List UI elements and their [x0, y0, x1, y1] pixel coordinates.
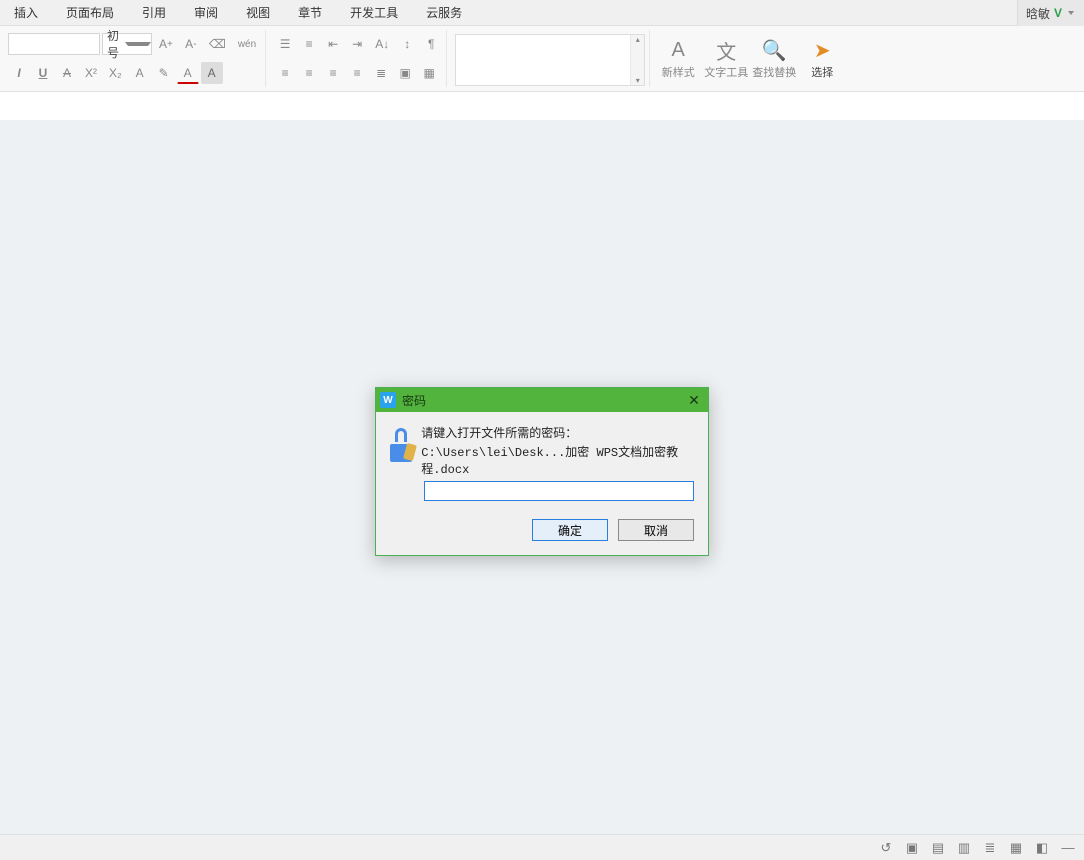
- dialog-title: 密码: [402, 392, 426, 409]
- styles-tools-group: A 新样式 文 文字工具 🔍 查找替换 ➤ 选择: [654, 30, 846, 87]
- chevron-down-icon: [125, 42, 151, 46]
- italic-button[interactable]: I: [8, 62, 30, 84]
- subscript-button[interactable]: X₂: [104, 62, 127, 84]
- styles-icon: A: [666, 38, 690, 62]
- minimize-icon[interactable]: —: [1060, 840, 1076, 856]
- align-justify-button[interactable]: ≡: [346, 62, 368, 84]
- menu-references[interactable]: 引用: [128, 0, 180, 25]
- menu-developer[interactable]: 开发工具: [336, 0, 412, 25]
- dialog-file-path: C:\Users\lei\Desk...加密 WPS文档加密教程.docx: [421, 443, 694, 477]
- line-spacing-button[interactable]: ↕: [396, 33, 418, 55]
- sort-button[interactable]: A↓: [370, 33, 394, 55]
- menu-review[interactable]: 审阅: [180, 0, 232, 25]
- select-button[interactable]: ➤ 选择: [798, 30, 846, 88]
- indent-left-button[interactable]: ⇤: [322, 33, 344, 55]
- strike-button[interactable]: A: [56, 62, 78, 84]
- ribbon-toolbar: 初号 A+ A- ⌫ wén I U A X² X₂ A ✎ A A ☰ ≡ ⇤…: [0, 26, 1084, 92]
- indent-right-button[interactable]: ⇥: [346, 33, 368, 55]
- phonetic-button[interactable]: wén: [233, 33, 261, 55]
- password-dialog: 密码 ✕ 请键入打开文件所需的密码： C:\Users\lei\Desk...加…: [375, 387, 709, 556]
- user-chip[interactable]: 晗敏 V: [1017, 0, 1084, 26]
- password-input[interactable]: [424, 481, 694, 501]
- close-icon: ✕: [688, 392, 700, 409]
- history-icon[interactable]: ↺: [878, 840, 894, 856]
- text-tools-button[interactable]: 文 文字工具: [702, 30, 750, 88]
- font-color-button[interactable]: A: [177, 62, 199, 84]
- new-style-button[interactable]: A 新样式: [654, 30, 702, 88]
- status-bar: ↺ ▣ ▤ ▥ ≣ ▦ ◧ —: [0, 834, 1084, 860]
- menu-chapters[interactable]: 章节: [284, 0, 336, 25]
- align-center-button[interactable]: ≡: [298, 62, 320, 84]
- align-right-button[interactable]: ≡: [322, 62, 344, 84]
- wps-icon: [380, 392, 396, 408]
- dialog-prompt: 请键入打开文件所需的密码：: [421, 424, 694, 441]
- dialog-body: 请键入打开文件所需的密码： C:\Users\lei\Desk...加密 WPS…: [376, 412, 708, 555]
- font-name-select[interactable]: [8, 33, 100, 55]
- text-effects-button[interactable]: A: [129, 62, 151, 84]
- font-group: 初号 A+ A- ⌫ wén I U A X² X₂ A ✎ A A: [4, 30, 266, 87]
- menu-page-layout[interactable]: 页面布局: [52, 0, 128, 25]
- shading-button[interactable]: ▣: [394, 62, 416, 84]
- text-tools-icon: 文: [714, 38, 738, 62]
- show-marks-button[interactable]: ¶: [420, 33, 442, 55]
- font-size-select[interactable]: 初号: [102, 33, 152, 55]
- reading-view-icon[interactable]: ▤: [930, 840, 946, 856]
- ok-button[interactable]: 确定: [532, 519, 608, 541]
- menu-insert[interactable]: 插入: [0, 0, 52, 25]
- highlight-button[interactable]: ✎: [153, 62, 175, 84]
- cursor-icon: ➤: [810, 38, 834, 62]
- search-group: ▴▾: [451, 30, 650, 87]
- superscript-button[interactable]: X²: [80, 62, 102, 84]
- numbering-button[interactable]: ≡: [298, 33, 320, 55]
- page-view-icon[interactable]: ▥: [956, 840, 972, 856]
- grow-font-button[interactable]: A+: [154, 33, 178, 55]
- distribute-button[interactable]: ≣: [370, 62, 392, 84]
- vip-badge: V: [1054, 6, 1062, 20]
- align-left-button[interactable]: ≡: [274, 62, 296, 84]
- borders-button[interactable]: ▦: [418, 62, 440, 84]
- char-shading-button[interactable]: A: [201, 62, 223, 84]
- bullets-button[interactable]: ☰: [274, 33, 296, 55]
- menu-view[interactable]: 视图: [232, 0, 284, 25]
- outline-view-icon[interactable]: ≣: [982, 840, 998, 856]
- print-layout-icon[interactable]: ▦: [1008, 840, 1024, 856]
- find-replace-button[interactable]: 🔍 查找替换: [750, 30, 798, 88]
- clear-format-button[interactable]: ⌫: [204, 33, 231, 55]
- fullscreen-icon[interactable]: ▣: [904, 840, 920, 856]
- lock-icon: [390, 428, 413, 462]
- cancel-button[interactable]: 取消: [618, 519, 694, 541]
- paragraph-group: ☰ ≡ ⇤ ⇥ A↓ ↕ ¶ ≡ ≡ ≡ ≡ ≣ ▣ ▦: [270, 30, 447, 87]
- shrink-font-button[interactable]: A-: [180, 33, 202, 55]
- menu-bar: 插入 页面布局 引用 审阅 视图 章节 开发工具 云服务 晗敏 V: [0, 0, 1084, 26]
- style-pane-scroll[interactable]: ▴▾: [630, 35, 644, 85]
- style-pane[interactable]: ▴▾: [455, 34, 645, 86]
- focus-mode-icon[interactable]: ◧: [1034, 840, 1050, 856]
- dialog-titlebar[interactable]: 密码 ✕: [376, 388, 708, 412]
- chevron-down-icon: [1068, 11, 1074, 15]
- menu-cloud[interactable]: 云服务: [412, 0, 476, 25]
- close-button[interactable]: ✕: [684, 390, 704, 410]
- underline-button[interactable]: U: [32, 62, 54, 84]
- user-name: 晗敏: [1026, 5, 1050, 22]
- find-replace-icon: 🔍: [762, 38, 786, 62]
